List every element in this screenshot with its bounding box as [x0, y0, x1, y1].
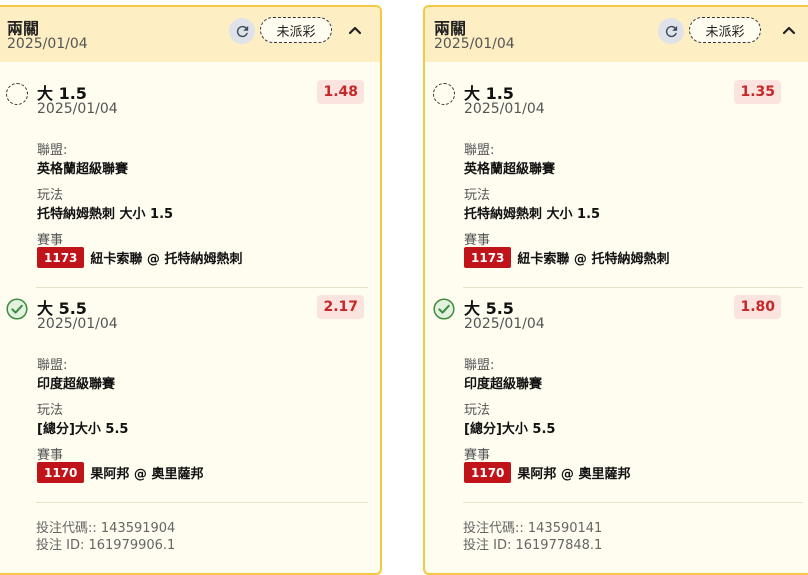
- divider: [36, 502, 368, 503]
- chevron-up-icon: [348, 26, 362, 35]
- play-value: 托特納姆熱刺 大小 1.5: [464, 207, 601, 222]
- league-label: 聯盟:: [464, 143, 495, 158]
- event-name: 果阿邦 @ 奧里薩邦: [517, 467, 631, 482]
- event-name: 紐卡索聯 @ 托特納姆熱刺: [90, 252, 243, 267]
- play-label: 玩法: [464, 403, 491, 418]
- event-label: 賽事: [37, 448, 64, 463]
- league-value: 印度超級聯賽: [464, 377, 543, 392]
- selection-item: 大 5.5 2025/01/04 1.80 聯盟: 印度超級聯賽 玩法 [總分]…: [425, 292, 808, 506]
- selection-date: 2025/01/04: [464, 101, 545, 117]
- selection-date: 2025/01/04: [37, 316, 118, 332]
- play-label: 玩法: [37, 188, 64, 203]
- odds-badge: 1.35: [734, 80, 781, 104]
- bet-date: 2025/01/04: [434, 36, 515, 52]
- card-header: 兩關 2025/01/04 未派彩: [0, 7, 380, 62]
- divider: [463, 502, 803, 503]
- pending-status-icon: [433, 83, 455, 105]
- league-label: 聯盟:: [37, 358, 68, 373]
- check-circle-icon: [6, 298, 28, 320]
- bet-date: 2025/01/04: [7, 36, 88, 52]
- settlement-status-badge: 未派彩: [260, 17, 332, 43]
- odds-badge: 1.48: [317, 80, 364, 104]
- bet-slip-card: 兩關 2025/01/04 未派彩 大 1.5 2025/01/04 1.35 …: [423, 5, 808, 575]
- refresh-button[interactable]: [229, 18, 255, 44]
- odds-badge: 1.80: [734, 295, 781, 319]
- event-label: 賽事: [464, 233, 491, 248]
- refresh-icon: [665, 25, 677, 37]
- play-label: 玩法: [37, 403, 64, 418]
- collapse-button[interactable]: [344, 19, 366, 41]
- bet-id: 投注 ID: 161977848.1: [463, 538, 603, 553]
- event-label: 賽事: [464, 448, 491, 463]
- event-id-badge: 1170: [464, 462, 512, 483]
- league-value: 印度超級聯賽: [37, 377, 116, 392]
- play-value: [總分]大小 5.5: [37, 422, 129, 437]
- selection-date: 2025/01/04: [464, 316, 545, 332]
- check-circle-icon: [433, 298, 455, 320]
- bet-slip-card: 兩關 2025/01/04 未派彩 大 1.5 2025/01/04 1.48 …: [0, 5, 382, 575]
- event-row: 1173 紐卡索聯 @ 托特納姆熱刺: [464, 247, 669, 268]
- event-row: 1170 果阿邦 @ 奧里薩邦: [37, 462, 203, 483]
- refresh-icon: [236, 25, 248, 37]
- event-id-badge: 1173: [37, 247, 85, 268]
- refresh-button[interactable]: [658, 18, 684, 44]
- event-name: 紐卡索聯 @ 托特納姆熱刺: [517, 252, 670, 267]
- play-label: 玩法: [464, 188, 491, 203]
- play-value: 托特納姆熱刺 大小 1.5: [37, 207, 174, 222]
- league-value: 英格蘭超級聯賽: [37, 162, 129, 177]
- odds-badge: 2.17: [317, 295, 364, 319]
- bet-id: 投注 ID: 161979906.1: [36, 538, 176, 553]
- divider: [36, 287, 368, 288]
- event-name: 果阿邦 @ 奧里薩邦: [90, 467, 204, 482]
- selection-item: 大 1.5 2025/01/04 1.35 聯盟: 英格蘭超級聯賽 玩法 托特納…: [425, 77, 808, 291]
- league-label: 聯盟:: [37, 143, 68, 158]
- settlement-status-badge: 未派彩: [689, 17, 761, 43]
- collapse-button[interactable]: [778, 19, 800, 41]
- play-value: [總分]大小 5.5: [464, 422, 556, 437]
- league-label: 聯盟:: [464, 358, 495, 373]
- won-status-icon: [6, 298, 28, 320]
- event-id-badge: 1170: [37, 462, 85, 483]
- pending-status-icon: [6, 83, 28, 105]
- selection-item: 大 1.5 2025/01/04 1.48 聯盟: 英格蘭超級聯賽 玩法 托特納…: [0, 77, 380, 291]
- event-label: 賽事: [37, 233, 64, 248]
- selection-date: 2025/01/04: [37, 101, 118, 117]
- event-row: 1170 果阿邦 @ 奧里薩邦: [464, 462, 630, 483]
- divider: [463, 287, 803, 288]
- card-header: 兩關 2025/01/04 未派彩: [425, 7, 808, 62]
- won-status-icon: [433, 298, 455, 320]
- event-row: 1173 紐卡索聯 @ 托特納姆熱刺: [37, 247, 242, 268]
- league-value: 英格蘭超級聯賽: [464, 162, 556, 177]
- event-id-badge: 1173: [464, 247, 512, 268]
- chevron-up-icon: [782, 26, 796, 35]
- selection-item: 大 5.5 2025/01/04 2.17 聯盟: 印度超級聯賽 玩法 [總分]…: [0, 292, 380, 506]
